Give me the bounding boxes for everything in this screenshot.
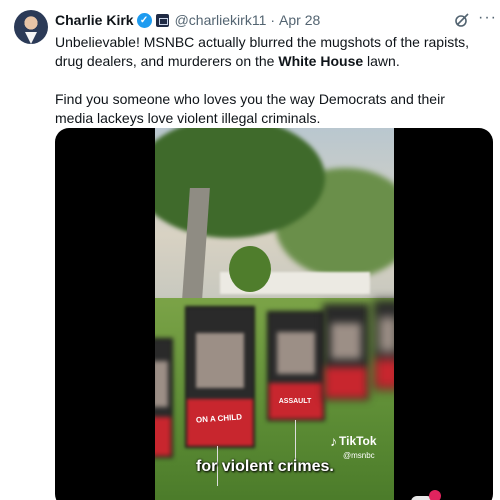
video-player[interactable]: ON A CHILD ASSAULT ♪ TikTok @msnbc for v… — [55, 128, 493, 500]
separator: · — [270, 12, 276, 28]
tweet-paragraph-1: Unbelievable! MSNBC actually blurred the… — [55, 33, 485, 71]
author-name[interactable]: Charlie Kirk — [55, 12, 134, 28]
tweet-date[interactable]: Apr 28 — [279, 12, 320, 28]
tiktok-handle: @msnbc — [343, 451, 375, 460]
author-handle[interactable]: @charliekirk11 — [175, 12, 267, 28]
tiktok-icon: ♪ — [330, 433, 337, 449]
more-icon[interactable]: ··· — [478, 10, 497, 26]
mugshot-sign — [323, 304, 369, 400]
sign-label: ASSAULT — [278, 398, 312, 405]
affiliate-icon[interactable] — [155, 13, 169, 27]
notification-badge-icon[interactable] — [429, 490, 441, 500]
mugshot-sign — [373, 300, 394, 390]
shrub — [229, 246, 271, 292]
grok-icon[interactable] — [454, 12, 470, 28]
tweet-header: Charlie Kirk ✓ @charliekirk11 · Apr 28 — [55, 11, 320, 29]
sign-stake — [295, 420, 296, 460]
tweet-text-bold: White House — [278, 53, 364, 69]
avatar[interactable] — [14, 10, 48, 44]
tweet-text-part: Unbelievable! MSNBC actually blurred the… — [55, 34, 469, 69]
mugshot-sign — [155, 338, 173, 458]
mugshot-sign — [185, 306, 255, 448]
verified-icon[interactable]: ✓ — [136, 12, 152, 28]
tweet-paragraph-2: Find you someone who loves you the way D… — [55, 91, 445, 126]
video-caption: for violent crimes. — [196, 458, 334, 475]
tiktok-label: TikTok — [339, 434, 377, 448]
tweet-text-part: lawn. — [363, 53, 400, 69]
tiktok-watermark: ♪ TikTok — [330, 433, 377, 449]
